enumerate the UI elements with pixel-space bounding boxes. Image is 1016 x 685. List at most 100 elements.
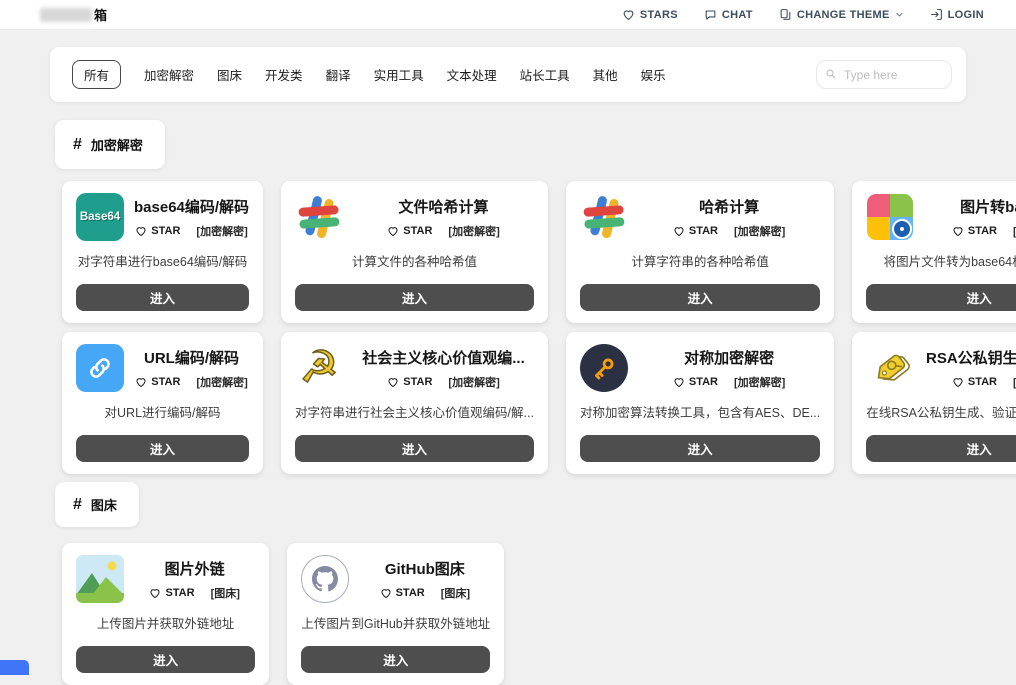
- tool-title: 对称加密解密: [684, 349, 775, 367]
- enter-button[interactable]: 进入: [866, 435, 1016, 462]
- filter-utility[interactable]: 实用工具: [374, 65, 424, 84]
- emblem-icon: ☭: [299, 343, 340, 393]
- filter-bar: 所有 加密解密 图床 开发类 翻译 实用工具 文本处理 站长工具 其他 娱乐: [50, 47, 966, 102]
- filter-other[interactable]: 其他: [593, 65, 618, 84]
- logo-redacted: [40, 7, 92, 22]
- tool-title: GitHub图床: [384, 560, 465, 578]
- key-icon: [579, 344, 628, 392]
- filter-encryption[interactable]: 加密解密: [144, 65, 194, 84]
- star-button[interactable]: STAR: [387, 376, 432, 388]
- filter-imagehost[interactable]: 图床: [217, 65, 242, 84]
- tool-tag: [图床]: [210, 587, 240, 600]
- tool-description: 计算字符串的各种哈希值: [631, 255, 769, 269]
- chat-button[interactable]: CHAT: [704, 8, 753, 21]
- enter-button[interactable]: 进入: [295, 284, 534, 311]
- filter-fun[interactable]: 娱乐: [641, 65, 666, 84]
- tool-description: 对字符串进行社会主义核心价值观编码/解...: [295, 406, 534, 420]
- tool-tag: [加密解密]: [448, 376, 500, 389]
- filter-webmaster[interactable]: 站长工具: [520, 65, 570, 84]
- tool-description: 上传图片到GitHub并获取外链地址: [301, 617, 491, 631]
- tool-tag: [加密解密]: [196, 225, 248, 238]
- heart-icon: [136, 377, 146, 387]
- corner-floating-button[interactable]: [0, 660, 29, 675]
- stars-button[interactable]: STARS: [622, 8, 678, 21]
- tool-card-image-link: 图片外链 STAR [图床] 上传图片并获取外链地址 进入: [62, 543, 270, 685]
- section-header-imagehost: # 图床: [55, 482, 139, 527]
- heart-icon: [150, 588, 160, 598]
- tool-card-file-hash: 文件哈希计算 STAR [加密解密] 计算文件的各种哈希值 进入: [281, 181, 548, 323]
- image-icon: [76, 555, 124, 603]
- tool-card-github: GitHub图床 STAR [图床] 上传图片到GitHub并获取外链地址 进入: [287, 543, 505, 685]
- tool-tag: [图床]: [440, 587, 471, 600]
- hash-icon: [295, 193, 343, 241]
- tool-title: 社会主义核心价值观编...: [362, 349, 525, 367]
- star-button[interactable]: STAR: [387, 225, 432, 237]
- enter-button[interactable]: 进入: [866, 284, 1016, 311]
- tool-description: 对URL进行编码/解码: [104, 406, 221, 420]
- tool-tag: [加密解密]: [196, 376, 248, 389]
- enter-button[interactable]: 进入: [76, 284, 250, 311]
- enter-button[interactable]: 进入: [76, 646, 256, 673]
- search-box: [816, 60, 952, 89]
- enter-button[interactable]: 进入: [76, 435, 250, 462]
- heart-icon: [381, 588, 391, 598]
- tool-title: 图片转base64: [960, 198, 1016, 216]
- filter-translate[interactable]: 翻译: [326, 65, 351, 84]
- tool-description: 计算文件的各种哈希值: [351, 255, 477, 269]
- base64-icon: Base64: [76, 193, 124, 241]
- tool-description: 对字符串进行base64编码/解码: [77, 255, 248, 269]
- star-button[interactable]: STAR: [135, 225, 180, 237]
- hash-icon: #: [73, 495, 82, 513]
- filter-dev[interactable]: 开发类: [265, 65, 303, 84]
- tool-card-hash: 哈希计算 STAR [加密解密] 计算字符串的各种哈希值 进入: [565, 181, 835, 323]
- tool-description: 上传图片并获取外链地址: [96, 617, 235, 631]
- heart-icon: [674, 226, 684, 236]
- login-button[interactable]: LOGIN: [930, 8, 984, 21]
- star-button[interactable]: STAR: [135, 376, 180, 388]
- heart-icon: [674, 377, 684, 387]
- tool-tag: [加密解密]: [448, 225, 500, 238]
- star-button[interactable]: STAR: [673, 225, 718, 237]
- tool-title: 图片外链: [164, 560, 225, 578]
- star-button[interactable]: STAR: [952, 376, 997, 388]
- tool-description: 将图片文件转为base64格式的图片: [883, 255, 1016, 269]
- section-header-encryption: # 加密解密: [55, 120, 165, 169]
- tool-card-img2base64: 图片转base64 STAR [加密解密] 将图片文件转为base64格式的图片…: [852, 181, 1016, 323]
- heart-icon: [388, 226, 398, 236]
- tool-card-url: URL编码/解码 STAR [加密解密] 对URL进行编码/解码 进入: [62, 332, 264, 474]
- filter-all[interactable]: 所有: [72, 60, 122, 89]
- tool-title: 哈希计算: [699, 198, 760, 216]
- heart-icon: [953, 377, 963, 387]
- enter-button[interactable]: 进入: [301, 646, 491, 673]
- tool-card-core-values: ☭ 社会主义核心价值观编... STAR [加密解密] 对字符串进行社会主义核心…: [281, 332, 548, 474]
- photos-icon: [866, 193, 914, 241]
- github-icon: [301, 555, 350, 603]
- chevron-down-icon: [896, 13, 903, 17]
- star-button[interactable]: STAR: [149, 587, 195, 599]
- enter-button[interactable]: 进入: [579, 435, 821, 462]
- heart-icon: [623, 10, 634, 20]
- tool-grid-imagehost: 图片外链 STAR [图床] 上传图片并获取外链地址 进入 GitHub图床 S…: [62, 543, 955, 685]
- tool-card-base64: Base64 base64编码/解码 STAR [加密解密] 对字符串进行bas…: [62, 181, 264, 323]
- logo: 箱: [40, 5, 107, 24]
- filter-text[interactable]: 文本处理: [447, 65, 497, 84]
- chat-icon: [705, 10, 716, 20]
- hash-icon: [580, 193, 628, 241]
- heart-icon: [388, 377, 398, 387]
- link-icon: [76, 344, 124, 392]
- star-button[interactable]: STAR: [952, 225, 997, 237]
- tool-title: URL编码/解码: [144, 349, 240, 367]
- login-icon: [930, 9, 942, 20]
- star-button[interactable]: STAR: [380, 587, 425, 599]
- enter-button[interactable]: 进入: [579, 284, 821, 311]
- heart-icon: [953, 226, 963, 236]
- change-theme-button[interactable]: CHANGE THEME: [779, 8, 904, 21]
- section-title: 加密解密: [90, 138, 143, 153]
- section-title: 图床: [90, 498, 117, 513]
- tool-description: 对称加密算法转换工具，包含有AES、DE...: [579, 406, 821, 420]
- tool-tag: [加密解密]: [734, 376, 786, 389]
- hash-icon: #: [73, 135, 82, 153]
- tool-title: 文件哈希计算: [398, 198, 489, 216]
- enter-button[interactable]: 进入: [295, 435, 534, 462]
- star-button[interactable]: STAR: [673, 376, 718, 388]
